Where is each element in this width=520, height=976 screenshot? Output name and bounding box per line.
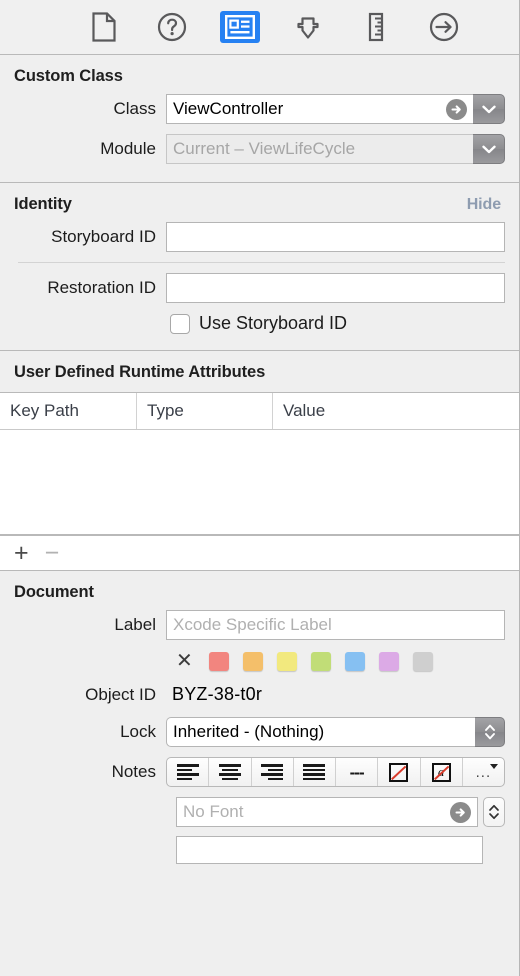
- object-id-label: Object ID: [85, 684, 156, 704]
- notes-font-size-stepper[interactable]: [483, 797, 505, 827]
- dashes-glyph: ---: [349, 762, 365, 782]
- align-right-icon[interactable]: [252, 758, 294, 786]
- notes-font-placeholder: No Font: [183, 802, 244, 821]
- object-id-row: Object ID BYZ-38-t0r: [0, 684, 519, 705]
- clear-label-color-icon[interactable]: ✕: [176, 651, 193, 671]
- runtime-attributes-body[interactable]: [0, 430, 519, 534]
- no-fill-color-icon[interactable]: [378, 758, 421, 786]
- notes-font-row: No Font: [0, 797, 519, 827]
- identity-section: Identity Hide Storyboard ID Restoration …: [0, 183, 519, 351]
- size-inspector-icon[interactable]: [356, 11, 396, 43]
- class-value: ViewController: [173, 99, 284, 118]
- label-placeholder: Xcode Specific Label: [173, 615, 332, 634]
- document-title-text: Document: [14, 583, 94, 601]
- class-row: Class ViewController: [0, 94, 519, 124]
- runtime-attributes-footer: + −: [0, 535, 519, 571]
- class-combo[interactable]: ViewController: [166, 94, 505, 124]
- runtime-attributes-table: Key Path Type Value: [0, 392, 519, 535]
- notes-row: Notes --- a ...: [0, 757, 519, 787]
- lock-popup[interactable]: Inherited - (Nothing): [166, 717, 505, 747]
- more-dots: ...: [475, 763, 492, 781]
- file-inspector-icon[interactable]: [84, 11, 124, 43]
- label-color-swatches: ✕: [0, 650, 519, 672]
- add-attribute-button[interactable]: +: [14, 540, 29, 566]
- runtime-attributes-header-row: Key Path Type Value: [0, 393, 519, 430]
- dashes-icon[interactable]: ---: [336, 758, 379, 786]
- no-text-color-icon[interactable]: a: [421, 758, 463, 786]
- jump-to-class-arrow-icon[interactable]: [446, 98, 467, 120]
- column-header-type[interactable]: Type: [137, 393, 273, 429]
- no-text-color-box: a: [431, 762, 451, 782]
- swatch-purple[interactable]: [378, 651, 399, 671]
- storyboard-id-input[interactable]: [166, 222, 505, 252]
- restoration-id-input[interactable]: [166, 273, 505, 303]
- column-header-value[interactable]: Value: [273, 393, 519, 429]
- document-section: Document Label Xcode Specific Label ✕ Ob…: [0, 571, 519, 864]
- lock-value-display[interactable]: Inherited - (Nothing): [166, 717, 475, 747]
- module-combo[interactable]: Current – ViewLifeCycle: [166, 134, 505, 164]
- lock-row: Lock Inherited - (Nothing): [0, 717, 519, 747]
- chevron-down-icon: [490, 764, 498, 769]
- use-storyboard-id-row: Use Storyboard ID: [0, 313, 519, 334]
- lock-value: Inherited - (Nothing): [173, 722, 325, 741]
- use-storyboard-id-checkbox[interactable]: [170, 313, 190, 334]
- attributes-inspector-icon[interactable]: [288, 11, 328, 43]
- align-left-icon[interactable]: [167, 758, 210, 786]
- runtime-attributes-title-text: User Defined Runtime Attributes: [14, 363, 266, 381]
- custom-class-title: Custom Class: [0, 55, 519, 94]
- class-label: Class: [113, 99, 156, 118]
- swatch-gray[interactable]: [412, 651, 433, 671]
- column-header-key-path[interactable]: Key Path: [0, 393, 137, 429]
- swatch-green[interactable]: [310, 651, 331, 671]
- notes-text-row: [0, 836, 519, 864]
- notes-font-input[interactable]: No Font: [176, 797, 478, 827]
- swatch-red[interactable]: [208, 651, 229, 671]
- inspector-toolbar: [0, 0, 519, 55]
- notes-textarea[interactable]: [176, 836, 483, 864]
- module-row: Module Current – ViewLifeCycle: [0, 134, 519, 164]
- swatch-blue[interactable]: [344, 651, 365, 671]
- module-value: Current – ViewLifeCycle: [173, 139, 356, 158]
- swatch-yellow[interactable]: [276, 651, 297, 671]
- identity-divider: [18, 262, 505, 263]
- label-input[interactable]: Xcode Specific Label: [166, 610, 505, 640]
- storyboard-id-row: Storyboard ID: [0, 222, 519, 252]
- swatch-orange[interactable]: [242, 651, 263, 671]
- runtime-attributes-title: User Defined Runtime Attributes: [0, 351, 519, 392]
- identity-inspector-panel: Custom Class Class ViewController Module…: [0, 0, 520, 976]
- module-input[interactable]: Current – ViewLifeCycle: [166, 134, 473, 164]
- custom-class-title-text: Custom Class: [14, 67, 123, 85]
- more-options-icon[interactable]: ...: [463, 758, 504, 786]
- lock-stepper-button[interactable]: [475, 717, 505, 747]
- module-dropdown-button[interactable]: [473, 134, 505, 164]
- restoration-id-label: Restoration ID: [47, 278, 156, 297]
- label-row: Label Xcode Specific Label: [0, 610, 519, 640]
- no-fill-box: [389, 762, 409, 782]
- custom-class-section: Custom Class Class ViewController Module…: [0, 55, 519, 183]
- restoration-id-row: Restoration ID: [0, 273, 519, 303]
- storyboard-id-label: Storyboard ID: [51, 227, 156, 246]
- object-id-value: BYZ-38-t0r: [172, 684, 263, 704]
- class-dropdown-button[interactable]: [473, 94, 505, 124]
- choose-font-arrow-icon[interactable]: [450, 801, 471, 823]
- lock-label: Lock: [120, 722, 156, 741]
- class-input[interactable]: ViewController: [166, 94, 473, 124]
- identity-hide-link[interactable]: Hide: [467, 196, 505, 214]
- module-label: Module: [100, 139, 156, 158]
- connections-inspector-icon[interactable]: [424, 11, 464, 43]
- document-title: Document: [0, 571, 519, 610]
- label-field-label: Label: [114, 615, 156, 634]
- use-storyboard-id-label: Use Storyboard ID: [199, 313, 348, 333]
- align-center-icon[interactable]: [209, 758, 252, 786]
- identity-title: Identity Hide: [0, 183, 519, 222]
- align-justify-icon[interactable]: [294, 758, 336, 786]
- notes-label: Notes: [111, 762, 156, 781]
- identity-title-text: Identity: [14, 195, 72, 213]
- remove-attribute-button[interactable]: −: [45, 540, 60, 566]
- quick-help-inspector-icon[interactable]: [152, 11, 192, 43]
- identity-inspector-icon[interactable]: [219, 11, 260, 43]
- notes-format-toolbar: --- a ...: [166, 757, 505, 787]
- runtime-attributes-section: User Defined Runtime Attributes Key Path…: [0, 351, 519, 571]
